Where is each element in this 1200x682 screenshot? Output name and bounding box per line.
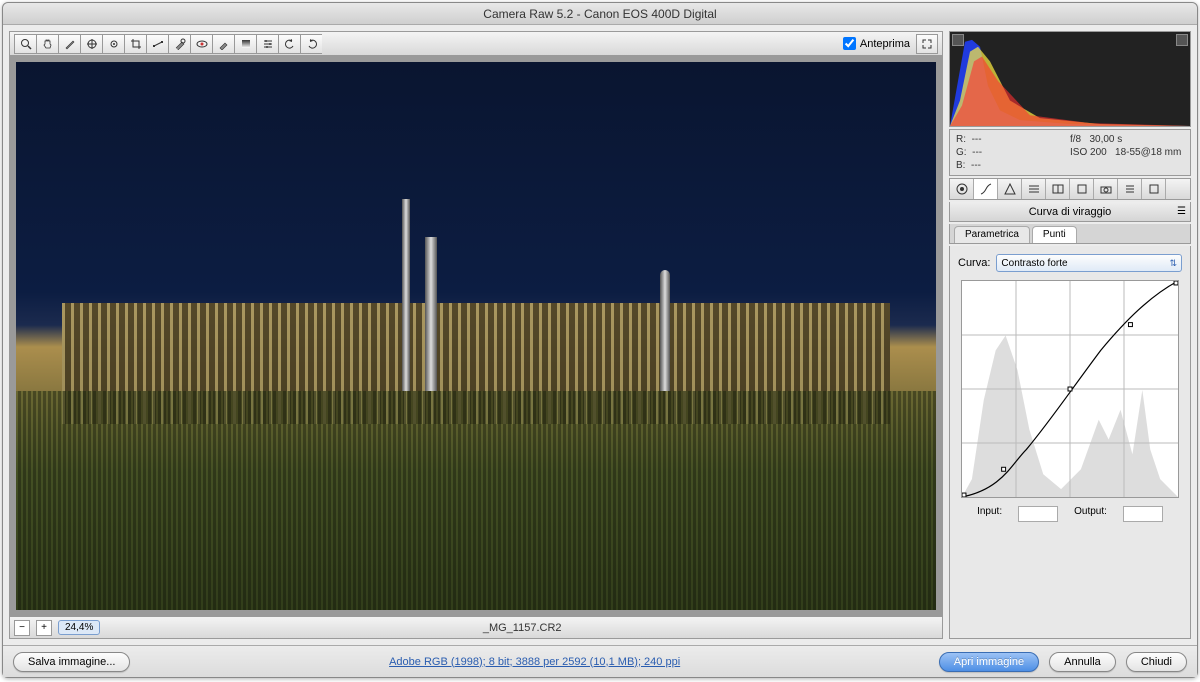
curve-preset-select[interactable]: Contrasto forte ⇅ bbox=[996, 254, 1182, 272]
g-label: G: bbox=[956, 147, 967, 158]
status-bar: − + 24,4% _MG_1157.CR2 bbox=[10, 616, 942, 638]
exif-info: R: --- G: --- B: --- f/8 30,00 s ISO 200… bbox=[949, 129, 1191, 176]
rotate-ccw-tool[interactable] bbox=[278, 34, 300, 54]
titlebar: Camera Raw 5.2 - Canon EOS 400D Digital bbox=[3, 3, 1197, 25]
panel-menu-icon[interactable]: ☰ bbox=[1177, 206, 1186, 217]
zoom-level-select[interactable]: 24,4% bbox=[58, 620, 100, 635]
targeted-adjustment-tool[interactable] bbox=[102, 34, 124, 54]
zoom-tool[interactable] bbox=[14, 34, 36, 54]
detail-tab-icon[interactable] bbox=[998, 179, 1022, 199]
shutter-value: 30,00 s bbox=[1089, 134, 1122, 145]
hand-tool[interactable] bbox=[36, 34, 58, 54]
zoom-out-button[interactable]: − bbox=[14, 620, 30, 636]
red-eye-tool[interactable] bbox=[190, 34, 212, 54]
preview-label: Anteprima bbox=[860, 38, 910, 50]
fullscreen-toggle[interactable] bbox=[916, 34, 938, 54]
curve-preset-value: Contrasto forte bbox=[1001, 258, 1067, 269]
panel-header: Curva di viraggio ☰ bbox=[949, 202, 1191, 222]
highlight-clip-toggle[interactable] bbox=[1176, 34, 1188, 46]
crop-tool[interactable] bbox=[124, 34, 146, 54]
dropdown-arrows-icon: ⇅ bbox=[1169, 258, 1177, 269]
split-tone-tab-icon[interactable] bbox=[1046, 179, 1070, 199]
preview-checkbox-input[interactable] bbox=[843, 37, 856, 50]
input-label: Input: bbox=[977, 506, 1002, 522]
white-balance-tool[interactable] bbox=[58, 34, 80, 54]
filename-label: _MG_1157.CR2 bbox=[106, 622, 938, 634]
footer: Salva immagine... Adobe RGB (1998); 8 bi… bbox=[3, 645, 1197, 677]
camera-raw-window: Camera Raw 5.2 - Canon EOS 400D Digital bbox=[2, 2, 1198, 678]
histogram bbox=[949, 31, 1191, 127]
open-image-button[interactable]: Apri immagine bbox=[939, 652, 1039, 672]
color-sampler-tool[interactable] bbox=[80, 34, 102, 54]
curve-io-row: Input: Output: bbox=[958, 506, 1182, 522]
parametric-tab[interactable]: Parametrica bbox=[954, 226, 1030, 243]
preview-image bbox=[16, 62, 936, 610]
output-label: Output: bbox=[1074, 506, 1107, 522]
content-area: Anteprima − + 24,4% _MG_1157.CR2 bbox=[3, 25, 1197, 645]
curve-label: Curva: bbox=[958, 257, 990, 269]
preferences-tool[interactable] bbox=[256, 34, 278, 54]
main-toolbar: Anteprima bbox=[10, 32, 942, 56]
basic-tab-icon[interactable] bbox=[950, 179, 974, 199]
spot-removal-tool[interactable] bbox=[168, 34, 190, 54]
presets-tab-icon[interactable] bbox=[1118, 179, 1142, 199]
graduated-filter-tool[interactable] bbox=[234, 34, 256, 54]
curve-output-field[interactable] bbox=[1123, 506, 1163, 522]
iso-value: ISO 200 bbox=[1070, 147, 1107, 158]
g-value: --- bbox=[972, 147, 982, 158]
curve-input-field[interactable] bbox=[1018, 506, 1058, 522]
adjustment-brush-tool[interactable] bbox=[212, 34, 234, 54]
window-title: Camera Raw 5.2 - Canon EOS 400D Digital bbox=[483, 7, 716, 21]
shadow-clip-toggle[interactable] bbox=[952, 34, 964, 46]
save-image-button[interactable]: Salva immagine... bbox=[13, 652, 130, 672]
straighten-tool[interactable] bbox=[146, 34, 168, 54]
point-tab[interactable]: Punti bbox=[1032, 226, 1077, 243]
cancel-button[interactable]: Annulla bbox=[1049, 652, 1116, 672]
lens-tab-icon[interactable] bbox=[1070, 179, 1094, 199]
left-pane: Anteprima − + 24,4% _MG_1157.CR2 bbox=[9, 31, 943, 639]
curve-editor[interactable] bbox=[961, 280, 1179, 498]
preview-checkbox[interactable]: Anteprima bbox=[843, 37, 910, 50]
b-label: B: bbox=[956, 160, 965, 171]
workflow-options-link[interactable]: Adobe RGB (1998); 8 bit; 3888 per 2592 (… bbox=[140, 656, 928, 668]
r-label: R: bbox=[956, 134, 966, 145]
hsl-tab-icon[interactable] bbox=[1022, 179, 1046, 199]
tone-curve-tab-icon[interactable] bbox=[974, 179, 998, 199]
curve-subtabs: Parametrica Punti bbox=[949, 224, 1191, 244]
panel-tabs bbox=[949, 178, 1191, 200]
panel-title: Curva di viraggio bbox=[1029, 206, 1112, 218]
curve-panel: Curva: Contrasto forte ⇅ bbox=[949, 246, 1191, 639]
camera-tab-icon[interactable] bbox=[1094, 179, 1118, 199]
zoom-in-button[interactable]: + bbox=[36, 620, 52, 636]
right-pane: R: --- G: --- B: --- f/8 30,00 s ISO 200… bbox=[949, 31, 1191, 639]
close-button[interactable]: Chiudi bbox=[1126, 652, 1187, 672]
lens-value: 18-55@18 mm bbox=[1115, 147, 1181, 158]
image-canvas[interactable] bbox=[10, 56, 942, 616]
rotate-cw-tool[interactable] bbox=[300, 34, 322, 54]
r-value: --- bbox=[972, 134, 982, 145]
b-value: --- bbox=[971, 160, 981, 171]
snapshots-tab-icon[interactable] bbox=[1142, 179, 1166, 199]
aperture-value: f/8 bbox=[1070, 134, 1081, 145]
